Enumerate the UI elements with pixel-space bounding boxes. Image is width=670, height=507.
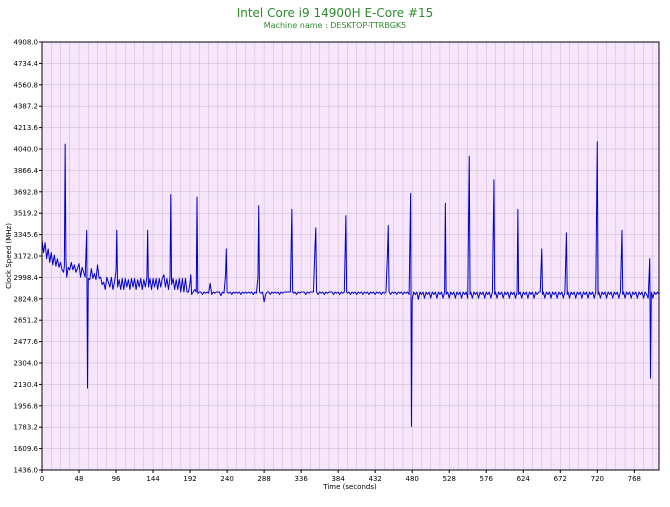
- y-axis-title: Clock Speed (MHz): [5, 223, 13, 289]
- y-tick-label: 1956.8: [14, 402, 39, 410]
- y-tick-label: 4908.0: [14, 39, 39, 47]
- x-tick-label: 96: [112, 475, 121, 483]
- y-tick-label: 4040.0: [14, 146, 39, 154]
- y-tick-label: 2477.6: [14, 338, 39, 346]
- x-tick-label: 144: [146, 475, 160, 483]
- y-tick-label: 1436.0: [14, 467, 39, 475]
- x-tick-label: 192: [183, 475, 196, 483]
- x-tick-label: 624: [517, 475, 531, 483]
- y-tick-label: 3519.2: [14, 210, 39, 218]
- y-tick-label: 4387.2: [14, 103, 39, 111]
- chart-subtitle: Machine name : DESKTOP-TTRBGK5: [264, 21, 406, 30]
- y-tick-label: 4560.8: [14, 81, 39, 89]
- y-tick-label: 3692.8: [14, 188, 39, 196]
- x-tick-label: 768: [628, 475, 641, 483]
- y-tick-label: 2304.0: [14, 360, 39, 368]
- x-tick-label: 480: [406, 475, 419, 483]
- y-tick-label: 3345.6: [14, 231, 39, 239]
- y-tick-label: 1609.6: [14, 445, 39, 453]
- y-tick-label: 3866.4: [14, 167, 39, 175]
- x-tick-label: 576: [480, 475, 494, 483]
- x-tick-label: 672: [554, 475, 567, 483]
- y-tick-label: 4213.6: [14, 124, 39, 132]
- x-tick-label: 336: [294, 475, 308, 483]
- x-tick-label: 528: [443, 475, 456, 483]
- x-tick-label: 0: [40, 475, 44, 483]
- y-tick-label: 2998.4: [14, 274, 39, 282]
- y-tick-label: 4734.4: [14, 60, 39, 68]
- x-axis-title: Time (seconds): [322, 483, 377, 491]
- x-tick-label: 720: [591, 475, 604, 483]
- y-tick-label: 2824.8: [14, 295, 39, 303]
- y-tick-label: 2130.4: [14, 381, 39, 389]
- x-tick-label: 240: [220, 475, 233, 483]
- y-tick-label: 3172.0: [14, 253, 39, 261]
- chart-container: Intel Core i9 14900H E-Core #15 Machine …: [0, 0, 670, 503]
- y-tick-label: 1783.2: [14, 424, 39, 432]
- x-tick-label: 384: [331, 475, 345, 483]
- y-axis-ticks: 1436.0 1609.6 1783.2 1956.8 2130.4 2304.0 2477…: [14, 39, 42, 475]
- x-tick-label: 288: [257, 475, 270, 483]
- y-tick-label: 2651.2: [14, 317, 39, 325]
- chart-title: Intel Core i9 14900H E-Core #15: [237, 6, 434, 20]
- clock-speed-chart: Intel Core i9 14900H E-Core #15 Machine …: [5, 6, 660, 491]
- x-tick-label: 48: [75, 475, 84, 483]
- x-axis-ticks: 0 48 96 144 192 240 288 336 384 432 480 528 576 624 67…: [40, 470, 641, 483]
- x-tick-label: 432: [368, 475, 381, 483]
